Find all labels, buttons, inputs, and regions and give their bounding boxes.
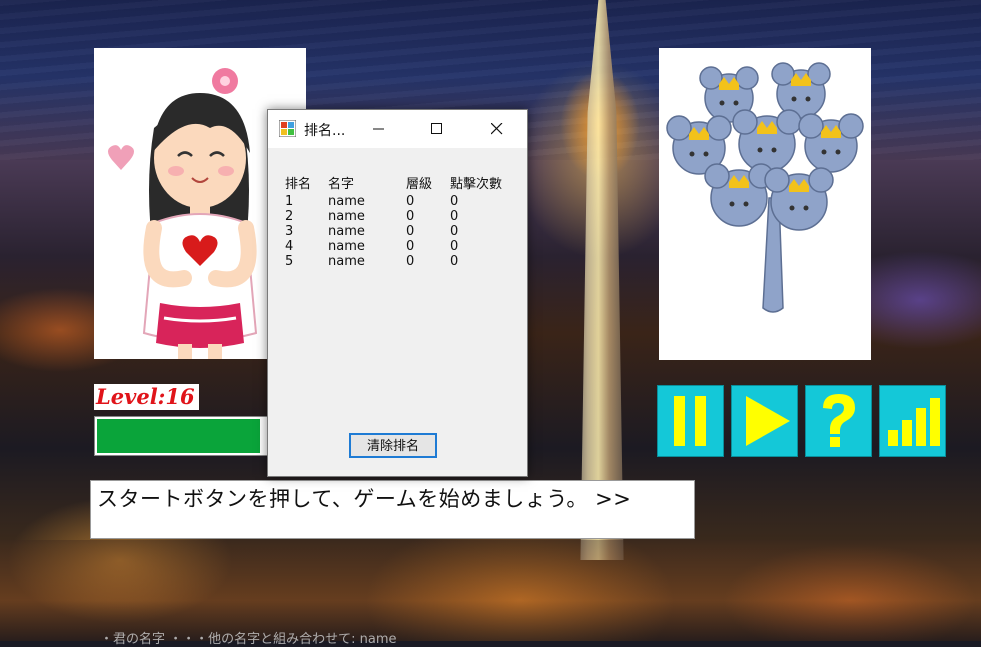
bar-chart-icon [888, 398, 940, 446]
level-progress-bar [94, 416, 270, 456]
level-cell: 0 [406, 194, 415, 209]
level-cell: 0 [406, 209, 415, 224]
pause-button[interactable] [657, 385, 724, 457]
header-level: 層級 [406, 177, 433, 192]
clicks-cell: 0 [450, 194, 459, 209]
clicks-cell: 0 [450, 209, 459, 224]
level-cell: 0 [406, 224, 415, 239]
rank-cell: 1 [285, 194, 294, 209]
message-box[interactable]: スタートボタンを押して、ゲームを始めましょう。 >> [90, 480, 695, 539]
maximize-button[interactable] [414, 110, 460, 148]
clear-ranking-button[interactable]: 清除排名 [349, 433, 437, 458]
name-cell: name [328, 254, 365, 269]
question-icon [823, 394, 855, 447]
minimize-button[interactable] [356, 110, 402, 148]
header-name: 名字 [328, 177, 355, 192]
play-button[interactable] [731, 385, 798, 457]
clicks-cell: 0 [450, 254, 459, 269]
help-button[interactable] [805, 385, 872, 457]
name-cell: name [328, 194, 365, 209]
background-footer-text: ・君の名字 ・・・他の名字と組み合わせて: name [100, 632, 397, 647]
clicks-cell: 0 [450, 239, 459, 254]
ranking-table: 排名 名字 層級 點擊次數 1 name 0 0 2 name 0 0 3 na… [285, 176, 520, 269]
level-label: Level:16 [94, 384, 199, 410]
ranking-button[interactable] [879, 385, 946, 457]
minimize-icon [373, 128, 384, 130]
close-icon [491, 123, 503, 135]
table-row: 2 name 0 0 [285, 209, 520, 224]
rank-cell: 3 [285, 224, 294, 239]
dialog-title: 排名... [304, 123, 346, 139]
name-cell: name [328, 224, 365, 239]
name-cell: name [328, 239, 365, 254]
name-cell: name [328, 209, 365, 224]
header-clicks: 點擊次數 [450, 177, 503, 192]
mice-king-image [659, 48, 871, 360]
play-icon [746, 396, 790, 446]
level-cell: 0 [406, 254, 415, 269]
table-row: 4 name 0 0 [285, 239, 520, 254]
level-progress-fill [97, 419, 260, 453]
rank-cell: 4 [285, 239, 294, 254]
ranking-header-row: 排名 名字 層級 點擊次數 [285, 176, 520, 194]
pause-icon [674, 396, 706, 446]
table-row: 5 name 0 0 [285, 254, 520, 269]
header-rank: 排名 [285, 177, 312, 192]
rank-cell: 5 [285, 254, 294, 269]
maximize-icon [431, 123, 442, 134]
app-icon [279, 120, 296, 137]
close-button[interactable] [474, 110, 520, 148]
table-row: 3 name 0 0 [285, 224, 520, 239]
level-cell: 0 [406, 239, 415, 254]
table-row: 1 name 0 0 [285, 194, 520, 209]
rank-cell: 2 [285, 209, 294, 224]
ground-lights [0, 540, 981, 641]
ranking-dialog: 排名... 排名 名字 層級 點擊次數 1 name 0 0 2 name 0 … [267, 109, 528, 477]
message-text: スタートボタンを押して、ゲームを始めましょう。 >> [97, 487, 632, 511]
clicks-cell: 0 [450, 224, 459, 239]
dialog-titlebar[interactable]: 排名... [268, 110, 527, 148]
